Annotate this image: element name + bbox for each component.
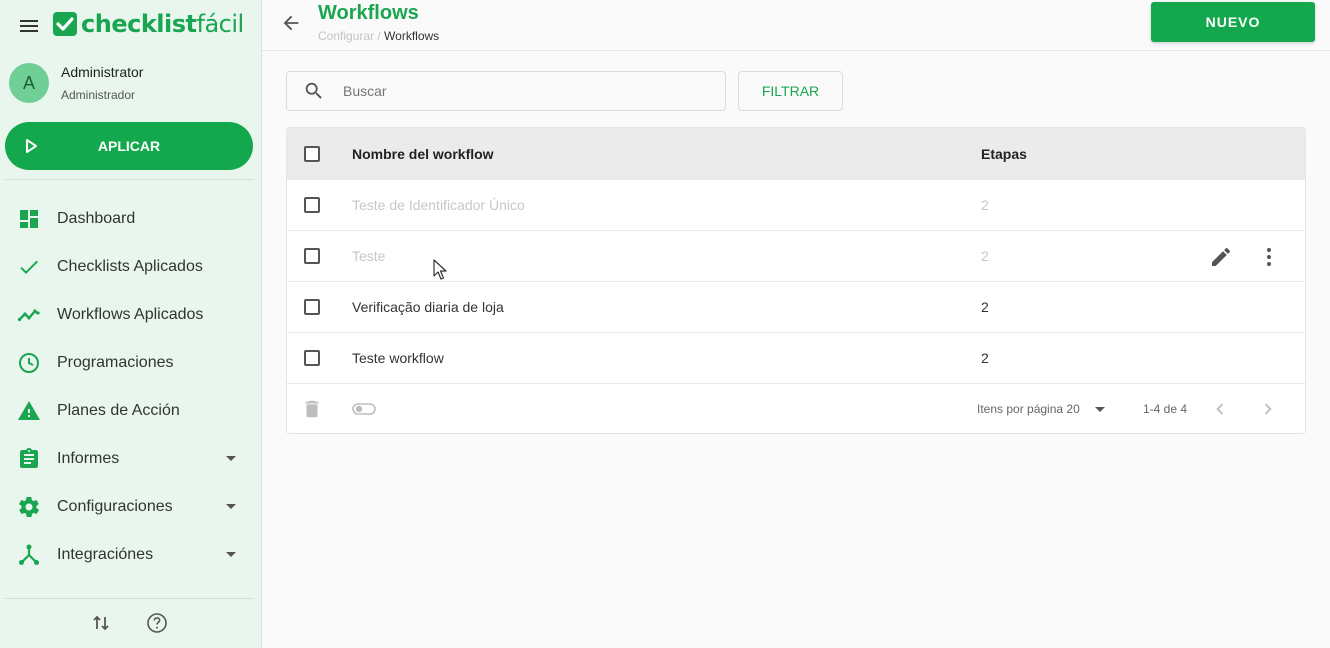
warning-icon [18,401,40,420]
clipboard-icon [20,448,38,468]
row-name: Teste de Identificador Único [352,197,525,213]
search-box [286,71,726,111]
check-icon [20,260,38,274]
sidebar-item-label: Programaciones [57,354,174,371]
sidebar-item-settings[interactable]: Configuraciones [0,483,262,531]
user-role: Administrador [61,88,136,102]
trash-icon[interactable] [301,398,323,420]
divider [5,598,253,599]
sidebar-item-label: Integraciónes [57,546,154,563]
sidebar-item-integrations[interactable]: Integraciónes [0,531,262,579]
breadcrumb-parent[interactable]: Configurar [318,29,374,43]
sidebar-item-workflows[interactable]: Workflows Aplicados [0,291,262,339]
page-header: Workflows Configurar / Workflows NUEVO [262,0,1330,51]
row-checkbox[interactable] [304,197,320,213]
help-icon[interactable] [146,612,168,634]
edit-pencil-icon[interactable] [1209,245,1233,269]
gear-icon [19,497,39,517]
new-button[interactable]: NUEVO [1151,2,1315,42]
chevron-left-icon[interactable] [1209,398,1231,420]
apply-button[interactable]: APLICAR [5,122,253,170]
sort-arrows-icon[interactable] [90,612,112,634]
row-name: Teste [352,248,386,264]
search-icon [305,82,322,99]
select-all-checkbox[interactable] [304,146,320,162]
row-steps: 2 [981,197,989,213]
chevron-down-icon[interactable] [1095,407,1105,412]
trending-icon [17,309,40,322]
toggle-icon[interactable] [351,398,377,420]
chevron-right-icon[interactable] [1257,398,1279,420]
table-row[interactable]: Teste workflow 2 [287,332,1305,383]
dashboard-icon [20,210,38,228]
play-icon [26,139,37,153]
row-name: Verificação diaria de loja [352,299,504,315]
user-name: Administrator [61,64,144,80]
logo: checklistfácil [52,10,244,38]
table-header: Nombre del workflow Etapas [287,128,1305,180]
sidebar-item-label: Checklists Aplicados [57,258,203,275]
sidebar-item-dashboard[interactable]: Dashboard [0,195,262,243]
search-input[interactable] [343,72,713,110]
avatar: A [9,63,49,103]
sidebar-item-label: Configuraciones [57,498,173,515]
column-header-steps[interactable]: Etapas [981,146,1027,162]
table-row[interactable]: Teste de Identificador Único 2 [287,179,1305,230]
sidebar-item-label: Workflows Aplicados [57,306,204,323]
breadcrumb: Configurar / Workflows [318,29,440,43]
logo-check-icon [53,12,77,36]
sidebar-nav: Dashboard Checklists Aplicados Workflows… [0,195,262,579]
sidebar-item-label: Informes [57,450,120,467]
sidebar-item-action-plans[interactable]: Planes de Acción [0,387,262,435]
sidebar-item-label: Dashboard [57,210,136,227]
row-checkbox[interactable] [304,299,320,315]
row-checkbox[interactable] [304,350,320,366]
sidebar: checklistfácil A Administrator Administr… [0,0,262,648]
back-arrow-icon[interactable] [280,12,302,34]
breadcrumb-current: Workflows [384,29,440,43]
row-steps: 2 [981,248,989,264]
chevron-down-icon [226,456,236,461]
divider [5,179,253,180]
row-checkbox[interactable] [304,248,320,264]
sidebar-item-checklists[interactable]: Checklists Aplicados [0,243,262,291]
logo-text: checklistfácil [81,10,244,38]
workflows-table: Nombre del workflow Etapas Teste de Iden… [286,127,1306,434]
mouse-cursor-icon [433,259,447,280]
row-steps: 2 [981,299,989,315]
clock-icon [19,353,39,373]
chevron-down-icon [226,552,236,557]
page-range: 1-4 de 4 [1143,402,1188,416]
sidebar-item-reports[interactable]: Informes [0,435,262,483]
table-row[interactable]: Verificação diaria de loja 2 [287,281,1305,332]
per-page-value[interactable]: 20 [1066,402,1079,416]
integration-icon [19,544,39,565]
table-footer: Itens por página 20 1-4 de 4 [287,383,1305,433]
row-steps: 2 [981,350,989,366]
chevron-down-icon [226,504,236,509]
per-page-label: Itens por página 20 [977,402,1080,416]
column-header-name[interactable]: Nombre del workflow [352,146,494,162]
user-profile[interactable]: A Administrator Administrador [9,63,143,103]
filter-button[interactable]: FILTRAR [738,71,843,111]
more-vertical-icon[interactable] [1257,245,1281,269]
page-title: Workflows [318,2,419,24]
sidebar-item-schedules[interactable]: Programaciones [0,339,262,387]
sidebar-item-label: Planes de Acción [57,402,180,419]
menu-icon[interactable] [17,14,41,38]
row-name: Teste workflow [352,350,444,366]
